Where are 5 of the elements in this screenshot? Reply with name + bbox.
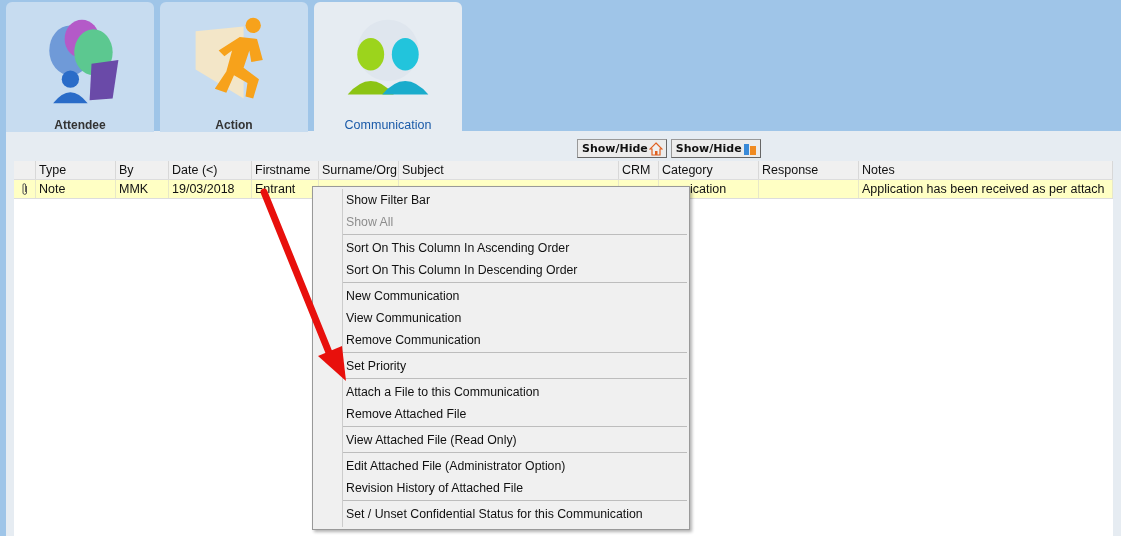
table-cell: MMK — [119, 182, 149, 196]
table-cell: Note — [39, 182, 66, 196]
table-cell: Application has been received as per attach — [862, 182, 1105, 196]
table-cell: 19/03/2018 — [172, 182, 235, 196]
table-cell: ication — [690, 182, 727, 196]
